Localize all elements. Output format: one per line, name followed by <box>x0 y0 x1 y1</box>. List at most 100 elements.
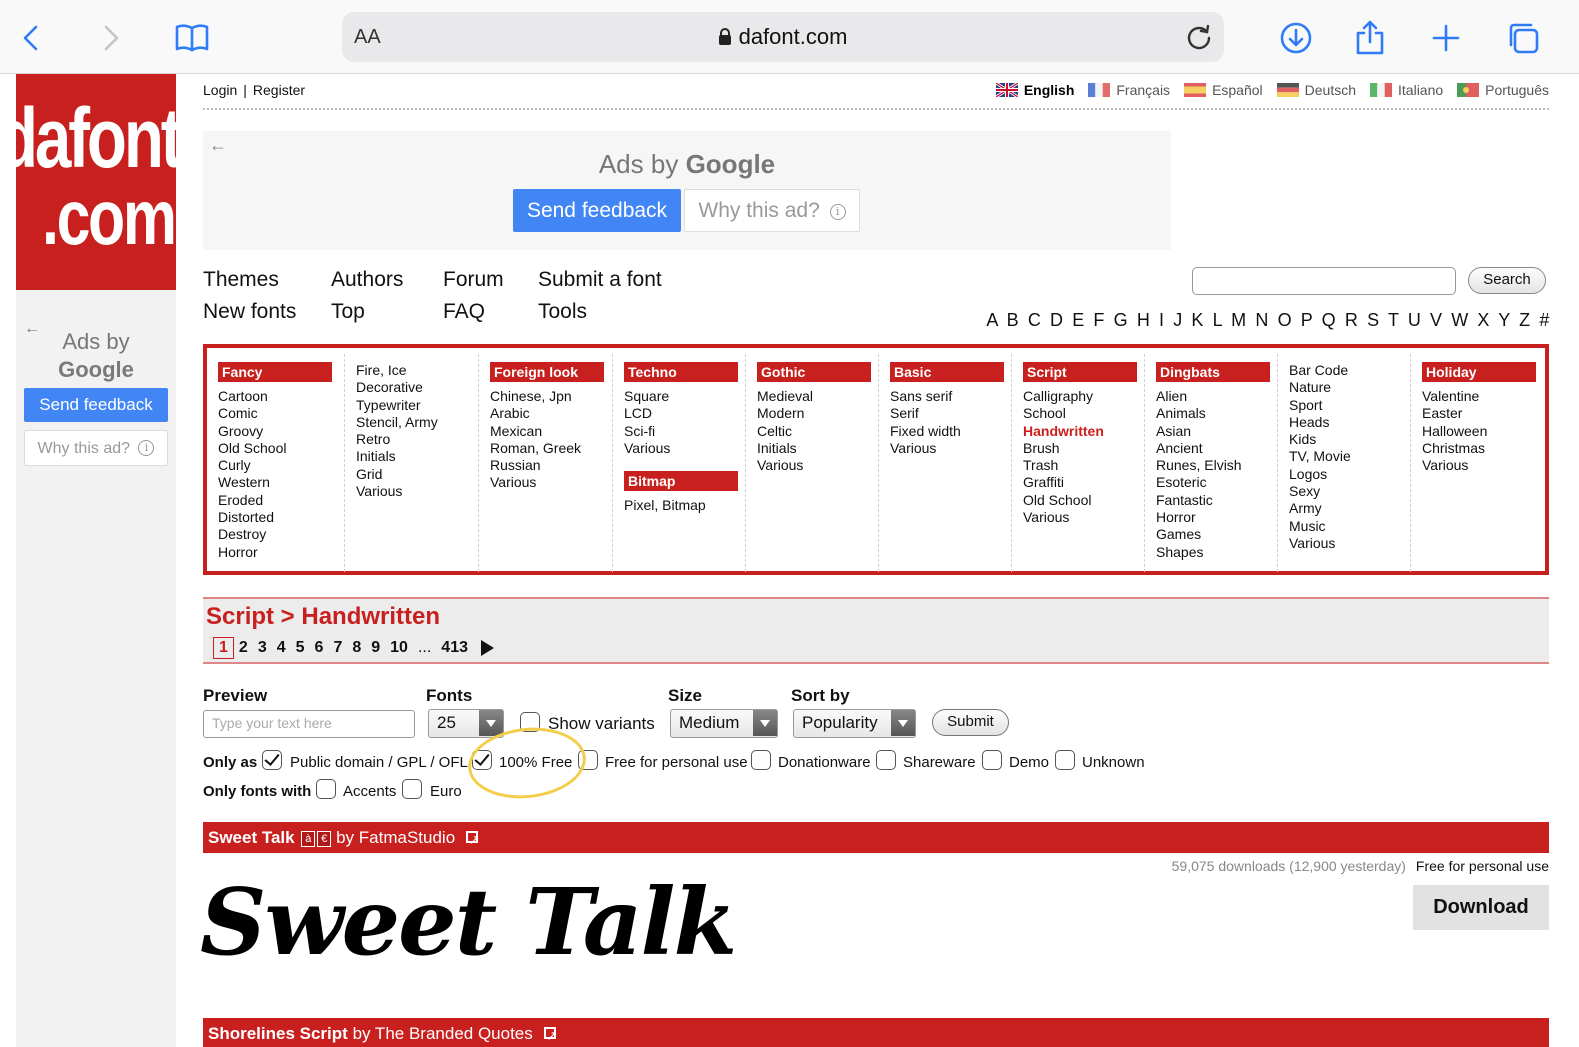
page-4[interactable]: 4 <box>272 639 291 657</box>
nav-faq[interactable]: FAQ <box>443 300 485 324</box>
category-item[interactable]: Horror <box>1156 509 1277 526</box>
page-5[interactable]: 5 <box>291 639 310 657</box>
sort-select[interactable]: Popularity <box>793 709 916 738</box>
category-item[interactable]: Army <box>1289 500 1410 517</box>
nav-tools[interactable]: Tools <box>538 300 587 324</box>
bookmarks-icon[interactable] <box>172 18 212 58</box>
search-input[interactable] <box>1192 267 1456 295</box>
category-item[interactable]: Various <box>757 457 878 474</box>
back-icon[interactable] <box>12 18 52 58</box>
donationware-checkbox[interactable] <box>751 750 771 770</box>
category-item[interactable]: Nature <box>1289 379 1410 396</box>
category-item[interactable]: Chinese, Jpn <box>490 388 612 405</box>
unknown-checkbox[interactable] <box>1055 750 1075 770</box>
euro-checkbox[interactable] <box>402 779 422 799</box>
category-item[interactable]: Arabic <box>490 405 612 422</box>
category-item[interactable]: Asian <box>1156 423 1277 440</box>
category-item[interactable]: Sci-fi <box>624 423 745 440</box>
category-item[interactable]: Celtic <box>757 423 878 440</box>
category-item[interactable]: Decorative <box>356 379 478 396</box>
category-item[interactable]: Initials <box>757 440 878 457</box>
category-item[interactable]: LCD <box>624 405 745 422</box>
address-bar[interactable]: AA dafont.com <box>342 12 1224 62</box>
category-item[interactable]: School <box>1023 405 1144 422</box>
lang-portugues[interactable]: Português <box>1457 82 1549 98</box>
category-item[interactable]: Typewriter <box>356 397 478 414</box>
category-item[interactable]: Curly <box>218 457 344 474</box>
send-feedback-button[interactable]: Send feedback <box>24 388 168 422</box>
category-item[interactable]: Fixed width <box>890 423 1011 440</box>
page-7[interactable]: 7 <box>328 639 347 657</box>
external-link-icon[interactable] <box>543 1020 557 1047</box>
category-item[interactable]: Graffiti <box>1023 474 1144 491</box>
category-item[interactable]: Square <box>624 388 745 405</box>
page-8[interactable]: 8 <box>347 639 366 657</box>
reload-icon[interactable] <box>1184 22 1214 52</box>
category-item[interactable]: Calligraphy <box>1023 388 1144 405</box>
category-item[interactable]: Bar Code <box>1289 362 1410 379</box>
category-item[interactable]: Various <box>490 474 612 491</box>
nav-authors[interactable]: Authors <box>331 268 403 292</box>
page-6[interactable]: 6 <box>310 639 329 657</box>
lang-espanol[interactable]: Español <box>1184 82 1263 98</box>
license-label[interactable]: Free for personal use <box>1416 858 1549 874</box>
category-heading[interactable]: Fancy <box>218 362 332 382</box>
category-item[interactable]: Alien <box>1156 388 1277 405</box>
dafont-logo[interactable]: dafont .com <box>16 74 176 290</box>
category-item[interactable]: Groovy <box>218 423 344 440</box>
new-tab-icon[interactable] <box>1426 18 1466 58</box>
lang-deutsch[interactable]: Deutsch <box>1276 82 1356 98</box>
category-heading[interactable]: Gothic <box>757 362 871 382</box>
category-heading[interactable]: Holiday <box>1422 362 1536 382</box>
download-icon[interactable] <box>1276 18 1316 58</box>
category-item[interactable]: Music <box>1289 518 1410 535</box>
category-item[interactable]: Grid <box>356 466 478 483</box>
category-item[interactable]: Destroy <box>218 526 344 543</box>
category-item[interactable]: Valentine <box>1422 388 1545 405</box>
shareware-checkbox[interactable] <box>876 750 896 770</box>
category-item[interactable]: Various <box>356 483 478 500</box>
category-heading[interactable]: Script <box>1023 362 1137 382</box>
category-item[interactable]: Kids <box>1289 431 1410 448</box>
category-item[interactable]: Stencil, Army <box>356 414 478 431</box>
category-item[interactable]: Trash <box>1023 457 1144 474</box>
register-link[interactable]: Register <box>253 82 305 98</box>
category-item[interactable]: Retro <box>356 431 478 448</box>
size-select[interactable]: Medium <box>670 709 778 738</box>
category-item[interactable]: Initials <box>356 448 478 465</box>
forward-icon[interactable] <box>90 18 130 58</box>
category-heading[interactable]: Foreign look <box>490 362 604 382</box>
share-icon[interactable] <box>1350 18 1390 58</box>
category-item[interactable]: Runes, Elvish <box>1156 457 1277 474</box>
page-9[interactable]: 9 <box>366 639 385 657</box>
next-page-icon[interactable] <box>481 640 494 656</box>
category-item[interactable]: Fantastic <box>1156 492 1277 509</box>
category-item[interactable]: Horror <box>218 544 344 561</box>
nav-new-fonts[interactable]: New fonts <box>203 300 296 324</box>
page-10[interactable]: 10 <box>385 639 413 657</box>
category-heading[interactable]: Techno <box>624 362 738 382</box>
send-feedback-button[interactable]: Send feedback <box>513 189 681 232</box>
category-item[interactable]: Halloween <box>1422 423 1545 440</box>
category-item[interactable]: Sport <box>1289 397 1410 414</box>
category-item[interactable]: Various <box>1023 509 1144 526</box>
fonts-per-page-select[interactable]: 25 <box>428 709 504 738</box>
font-name-link[interactable]: Shorelines Script <box>208 1024 348 1043</box>
category-item[interactable]: Fire, Ice <box>356 362 478 379</box>
preview-input[interactable]: Type your text here <box>203 710 415 738</box>
category-item[interactable]: Cartoon <box>218 388 344 405</box>
category-item[interactable]: Various <box>624 440 745 457</box>
category-item[interactable]: Heads <box>1289 414 1410 431</box>
category-item[interactable]: Various <box>1289 535 1410 552</box>
page-3[interactable]: 3 <box>253 639 272 657</box>
why-this-ad-button[interactable]: Why this ad? i <box>24 430 168 466</box>
category-item[interactable]: Handwritten <box>1023 423 1144 440</box>
category-item[interactable]: Games <box>1156 526 1277 543</box>
category-item[interactable]: Old School <box>218 440 344 457</box>
page-1[interactable]: 1 <box>213 637 234 659</box>
category-item[interactable]: Esoteric <box>1156 474 1277 491</box>
tabs-icon[interactable] <box>1503 18 1543 58</box>
category-heading-bitmap[interactable]: Bitmap <box>624 471 738 492</box>
category-item[interactable]: Modern <box>757 405 878 422</box>
category-item[interactable]: Various <box>890 440 1011 457</box>
